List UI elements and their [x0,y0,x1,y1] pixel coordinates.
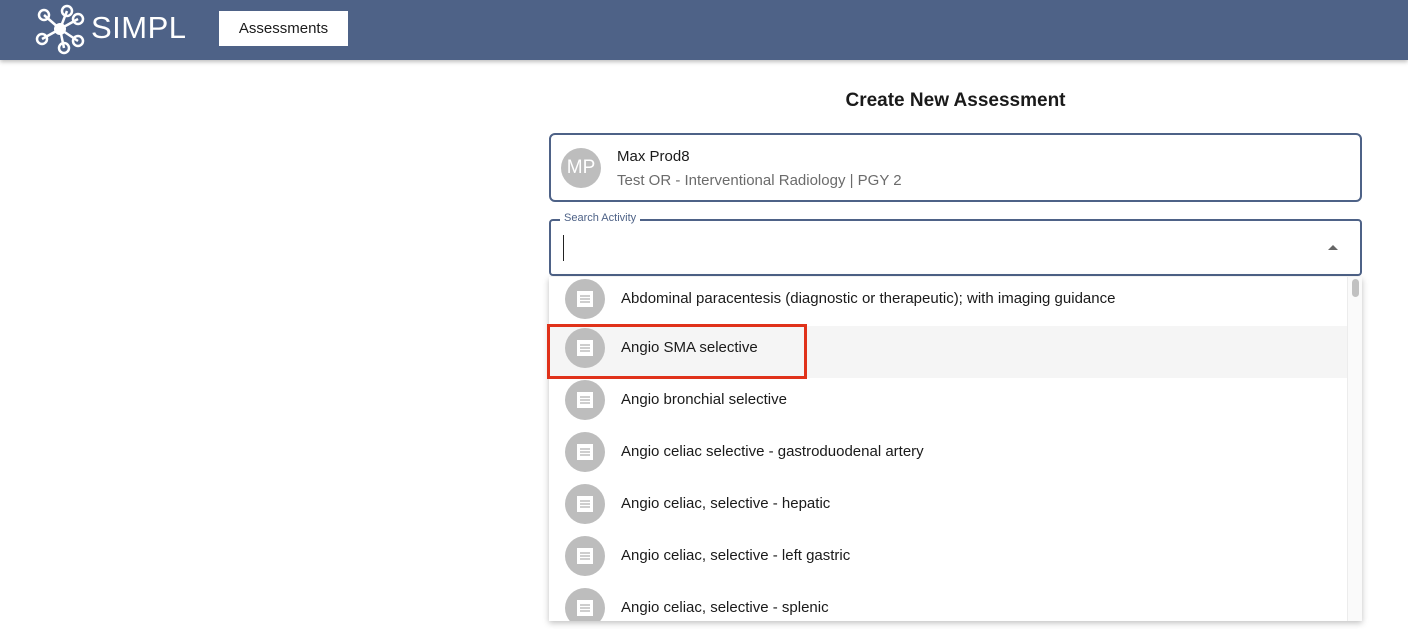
list-icon [565,536,605,576]
page-title: Create New Assessment [845,90,1066,111]
list-item-label: Angio celiac, selective - hepatic [621,495,831,512]
list-icon [565,432,605,472]
top-app-bar: SIMPL Assessments [0,0,1408,60]
brand-name[interactable]: SIMPL [91,10,187,46]
list-icon [565,279,605,319]
list-item[interactable]: Angio celiac, selective - left gastric [549,534,1347,586]
nav-assessments-button[interactable]: Assessments [219,11,348,46]
arrow-up-icon[interactable] [1328,245,1338,250]
list-item-label: Angio bronchial selective [621,391,787,408]
scrollbar-thumb[interactable] [1352,279,1359,297]
activity-listbox[interactable]: Abdominal paracentesis (diagnostic or th… [549,277,1362,621]
list-item-label: Abdominal paracentesis (diagnostic or th… [621,290,1116,307]
search-activity-field[interactable]: Search Activity [549,212,1362,276]
simpl-logo-icon [35,4,85,55]
search-activity-label: Search Activity [560,212,641,224]
list-item-label: Angio celiac selective - gastroduodenal … [621,443,924,460]
list-icon [565,588,605,621]
list-item[interactable]: Angio SMA selective [549,326,1347,378]
listbox-scrollbar[interactable] [1347,277,1362,621]
trainee-name: Max Prod8 [617,148,690,165]
list-item-label: Angio celiac, selective - splenic [621,599,829,616]
list-item[interactable]: Angio celiac, selective - splenic [549,586,1347,621]
list-item[interactable]: Angio bronchial selective [549,378,1347,430]
list-item-label: Angio celiac, selective - left gastric [621,547,851,564]
list-icon [565,328,605,368]
list-item[interactable]: Angio celiac, selective - hepatic [549,482,1347,534]
avatar: MP [561,148,601,188]
search-activity-input[interactable] [563,235,1303,261]
list-item-label: Angio SMA selective [621,339,758,356]
trainee-details: Test OR - Interventional Radiology | PGY… [617,172,902,189]
list-item[interactable]: Abdominal paracentesis (diagnostic or th… [549,277,1347,329]
list-item[interactable]: Angio celiac selective - gastroduodenal … [549,430,1347,482]
list-icon [565,484,605,524]
list-icon [565,380,605,420]
trainee-card[interactable]: MP Max Prod8 Test OR - Interventional Ra… [549,133,1362,202]
